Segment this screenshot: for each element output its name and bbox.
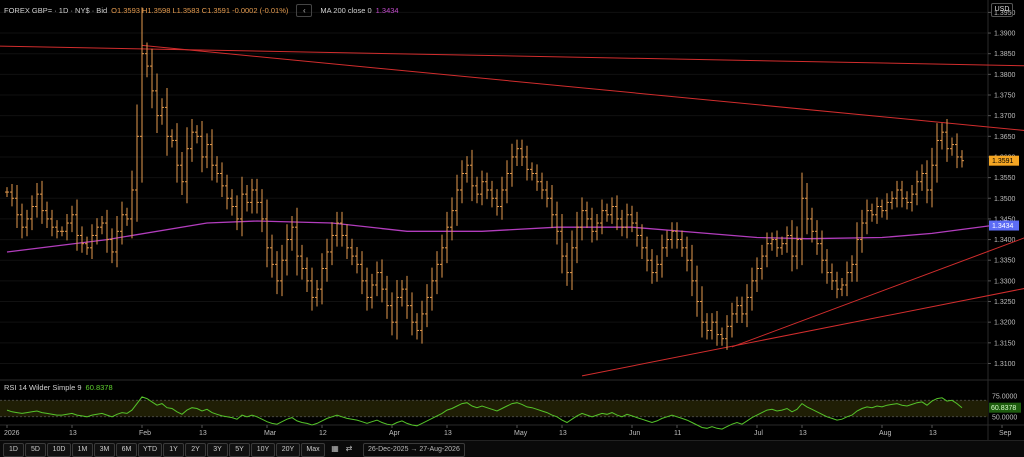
period-button-20y[interactable]: 20Y [276, 443, 300, 457]
calendar-icon[interactable]: ▦ [328, 443, 342, 455]
rsi-last-label: 60.8378 [991, 405, 1016, 412]
adjust-icon[interactable]: ⇄ [342, 443, 356, 455]
rsi-band [0, 400, 988, 417]
time-tick-label: Aug [879, 430, 892, 437]
time-tick-label: 2026 [4, 430, 20, 437]
price-tick-label: 1.3500 [994, 196, 1016, 203]
period-toolbar: 1D 5D 10D 1M 3M 6M YTD 1Y 2Y 3Y 5Y 10Y 20Y Max ▦ ⇄ 26-De… [0, 440, 1024, 457]
time-tick-label: Jul [754, 430, 763, 437]
rsi-tick-label: 75.0000 [992, 394, 1017, 401]
time-tick-label: Jun [629, 430, 640, 437]
price-tick-label: 1.3350 [994, 258, 1016, 265]
time-tick-label: Sep [999, 430, 1012, 437]
period-button-max[interactable]: Max [301, 443, 325, 457]
ma-value-label: 1.3434 [992, 223, 1014, 230]
period-button-1y[interactable]: 1Y [163, 443, 184, 457]
time-tick-label: Apr [389, 430, 401, 437]
price-tick-label: 1.3700 [994, 113, 1016, 120]
price-chart[interactable]: 1.39501.39001.38501.38001.37501.37001.36… [0, 0, 1024, 440]
period-button-1d[interactable]: 1D [3, 443, 24, 457]
main-legend: FOREX GBP= · 1D · NY$ · Bid O1.3593 H1.3… [4, 4, 399, 17]
period-button-6m[interactable]: 6M [116, 443, 137, 457]
time-tick-label: 13 [444, 430, 452, 437]
ma-value: 1.3434 [375, 6, 399, 15]
price-tick-label: 1.3100 [994, 361, 1016, 368]
rsi-label: RSI 14 Wilder Simple 9 [4, 383, 82, 392]
period-button-5y[interactable]: 5Y [229, 443, 250, 457]
price-tick-label: 1.3650 [994, 134, 1016, 141]
time-tick-label: 13 [559, 430, 567, 437]
time-tick-label: 13 [929, 430, 937, 437]
time-tick-label: 13 [799, 430, 807, 437]
collapse-legend-button[interactable]: ‹ [296, 4, 313, 17]
price-tick-label: 1.3800 [994, 72, 1016, 79]
price-tick-label: 1.3150 [994, 340, 1016, 347]
chart-background [0, 0, 1024, 440]
time-tick-label: 11 [674, 430, 681, 437]
price-tick-label: 1.3850 [994, 51, 1016, 58]
time-tick-label: Feb [139, 430, 151, 437]
period-button-10d[interactable]: 10D [47, 443, 71, 457]
period-button-1m[interactable]: 1M [72, 443, 93, 457]
currency-button[interactable]: USD [991, 3, 1013, 17]
time-tick-label: May [514, 430, 528, 437]
price-tick-label: 1.3200 [994, 320, 1016, 327]
price-tick-label: 1.3900 [994, 31, 1016, 38]
rsi-tick-label: 50.0000 [992, 414, 1017, 421]
time-tick-label: 13 [69, 430, 77, 437]
symbol-label: FOREX GBP= · 1D · NY$ · Bid [4, 6, 108, 15]
ohlc-values: O1.3593 H1.3598 L1.3583 C1.3591 -0.0002 … [111, 6, 289, 15]
period-button-10y[interactable]: 10Y [251, 443, 275, 457]
price-tick-label: 1.3750 [994, 93, 1016, 100]
ma-label: MA 200 close 0 [320, 6, 372, 15]
period-button-ytd[interactable]: YTD [138, 443, 162, 457]
price-tick-label: 1.3300 [994, 278, 1016, 285]
last-price-label: 1.3591 [992, 158, 1014, 165]
period-button-5d[interactable]: 5D [25, 443, 46, 457]
period-button-2y[interactable]: 2Y [185, 443, 206, 457]
period-button-3m[interactable]: 3M [94, 443, 115, 457]
time-tick-label: 13 [199, 430, 207, 437]
time-tick-label: Mar [264, 430, 277, 437]
time-tick-label: 12 [319, 430, 327, 437]
period-button-3y[interactable]: 3Y [207, 443, 228, 457]
rsi-value: 60.8378 [85, 383, 113, 392]
price-tick-label: 1.3250 [994, 299, 1016, 306]
date-range-field[interactable]: 26-Dec-2025 → 27-Aug-2026 [363, 443, 465, 457]
price-tick-label: 1.3550 [994, 175, 1016, 182]
price-tick-label: 1.3400 [994, 237, 1016, 244]
rsi-legend: RSI 14 Wilder Simple 9 60.8378 [4, 383, 113, 392]
